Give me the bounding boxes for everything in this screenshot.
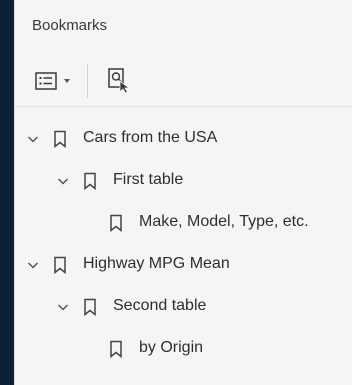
find-bookmark-icon (108, 68, 131, 93)
bookmark-label: First table (113, 171, 184, 188)
toolbar-separator (15, 106, 352, 107)
panel-title: Bookmarks (32, 17, 108, 34)
bookmark-item[interactable]: Highway MPG Mean (15, 244, 352, 286)
bookmark-label: Second table (113, 297, 207, 314)
bookmark-item[interactable]: First table (15, 160, 352, 202)
find-current-bookmark-button[interactable] (101, 62, 137, 98)
list-options-icon (34, 72, 57, 90)
bookmark-icon (84, 298, 96, 316)
toolbar-divider (87, 64, 88, 98)
bookmark-label: Cars from the USA (83, 129, 218, 146)
chevron-down-icon[interactable] (57, 301, 69, 313)
bookmarks-tree: Cars from the USA First table Make, Mode… (15, 118, 352, 370)
chevron-down-icon (63, 79, 70, 83)
chevron-down-icon[interactable] (57, 175, 69, 187)
bookmark-item[interactable]: Cars from the USA (15, 118, 352, 160)
bookmark-item[interactable]: by Origin (15, 328, 352, 370)
chevron-down-icon[interactable] (27, 259, 39, 271)
bookmark-item[interactable]: Second table (15, 286, 352, 328)
chevron-down-icon[interactable] (27, 133, 39, 145)
bookmark-icon (54, 130, 66, 148)
bookmark-icon (84, 172, 96, 190)
bookmark-label: by Origin (139, 339, 204, 356)
bookmarks-panel: Bookmarks Cars from the USA First table … (14, 0, 352, 385)
bookmark-icon (110, 214, 122, 232)
bookmark-icon (110, 340, 122, 358)
bookmark-icon (54, 256, 66, 274)
bookmark-item[interactable]: Make, Model, Type, etc. (15, 202, 352, 244)
bookmarks-toolbar (15, 58, 352, 107)
bookmark-label: Make, Model, Type, etc. (139, 213, 309, 230)
options-menu-button[interactable] (29, 66, 77, 96)
bookmark-label: Highway MPG Mean (83, 255, 230, 272)
